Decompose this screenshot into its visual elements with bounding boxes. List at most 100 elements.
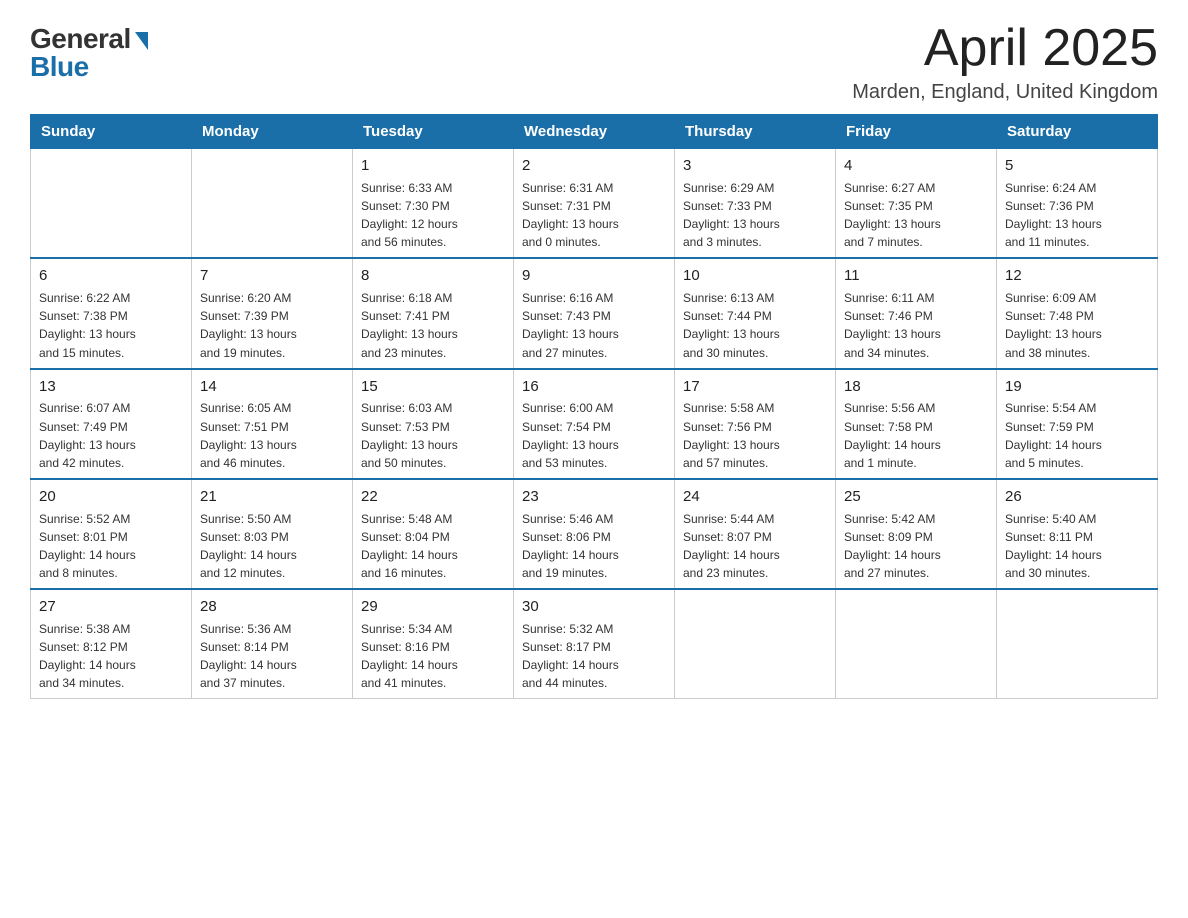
day-number: 24 [683, 486, 827, 508]
day-number: 3 [683, 155, 827, 177]
empty-cell [192, 149, 353, 259]
header-day-wednesday: Wednesday [514, 115, 675, 149]
calendar-day-14: 14 Sunrise: 6:05 AM Sunset: 7:51 PM Dayli… [192, 369, 353, 479]
day-info: Sunrise: 5:48 AM Sunset: 8:04 PM Dayligh… [361, 512, 458, 580]
calendar-day-26: 26 Sunrise: 5:40 AM Sunset: 8:11 PM Dayli… [997, 479, 1158, 589]
calendar-title: April 2025 [852, 20, 1158, 77]
day-number: 18 [844, 376, 988, 398]
day-info: Sunrise: 5:56 AM Sunset: 7:58 PM Dayligh… [844, 401, 941, 469]
day-number: 5 [1005, 155, 1149, 177]
day-info: Sunrise: 6:00 AM Sunset: 7:54 PM Dayligh… [522, 401, 619, 469]
calendar-subtitle: Marden, England, United Kingdom [852, 81, 1158, 104]
day-info: Sunrise: 6:31 AM Sunset: 7:31 PM Dayligh… [522, 181, 619, 249]
day-number: 28 [200, 596, 344, 618]
day-number: 29 [361, 596, 505, 618]
calendar-day-21: 21Sunrise: 5:50 AM Sunset: 8:03 PM Dayli… [192, 479, 353, 589]
calendar-day-17: 17Sunrise: 5:58 AM Sunset: 7:56 PM Dayli… [675, 369, 836, 479]
day-info: Sunrise: 6:07 AM Sunset: 7:49 PM Dayligh… [39, 401, 136, 469]
header-row: SundayMondayTuesdayWednesdayThursdayFrid… [31, 115, 1158, 149]
day-info: Sunrise: 6:22 AM Sunset: 7:38 PM Dayligh… [39, 291, 136, 359]
day-number: 7 [200, 265, 344, 287]
header-day-saturday: Saturday [997, 115, 1158, 149]
empty-cell [836, 589, 997, 699]
day-info: Sunrise: 5:38 AM Sunset: 8:12 PM Dayligh… [39, 622, 136, 690]
day-info: Sunrise: 5:52 AM Sunset: 8:01 PM Dayligh… [39, 512, 136, 580]
calendar-day-29: 29 Sunrise: 5:34 AM Sunset: 8:16 PM Dayli… [353, 589, 514, 699]
calendar-day-27: 27 Sunrise: 5:38 AM Sunset: 8:12 PM Dayli… [31, 589, 192, 699]
calendar-day-8: 8 Sunrise: 6:18 AM Sunset: 7:41 PM Daylig… [353, 258, 514, 368]
day-info: Sunrise: 6:27 AM Sunset: 7:35 PM Dayligh… [844, 181, 941, 249]
day-info: Sunrise: 6:29 AM Sunset: 7:33 PM Dayligh… [683, 181, 780, 249]
calendar-day-28: 28 Sunrise: 5:36 AM Sunset: 8:14 PM Dayli… [192, 589, 353, 699]
empty-cell [997, 589, 1158, 699]
day-number: 4 [844, 155, 988, 177]
day-number: 13 [39, 376, 183, 398]
day-info: Sunrise: 5:54 AM Sunset: 7:59 PM Dayligh… [1005, 401, 1102, 469]
calendar-day-23: 23 Sunrise: 5:46 AM Sunset: 8:06 PM Dayli… [514, 479, 675, 589]
day-number: 23 [522, 486, 666, 508]
day-info: Sunrise: 5:34 AM Sunset: 8:16 PM Dayligh… [361, 622, 458, 690]
calendar-day-6: 6 Sunrise: 6:22 AM Sunset: 7:38 PM Daylig… [31, 258, 192, 368]
day-number: 16 [522, 376, 666, 398]
calendar-day-15: 15 Sunrise: 6:03 AM Sunset: 7:53 PM Dayli… [353, 369, 514, 479]
logo-general-text: General [30, 25, 131, 53]
day-number: 17 [683, 376, 827, 398]
empty-cell [675, 589, 836, 699]
calendar-day-19: 19 Sunrise: 5:54 AM Sunset: 7:59 PM Dayli… [997, 369, 1158, 479]
day-info: Sunrise: 6:13 AM Sunset: 7:44 PM Dayligh… [683, 291, 780, 359]
header-day-thursday: Thursday [675, 115, 836, 149]
day-info: Sunrise: 5:50 AM Sunset: 8:03 PM Dayligh… [200, 512, 297, 580]
calendar-day-2: 2 Sunrise: 6:31 AM Sunset: 7:31 PM Daylig… [514, 149, 675, 259]
calendar-day-7: 7 Sunrise: 6:20 AM Sunset: 7:39 PM Daylig… [192, 258, 353, 368]
calendar-day-18: 18 Sunrise: 5:56 AM Sunset: 7:58 PM Dayli… [836, 369, 997, 479]
calendar-day-11: 11Sunrise: 6:11 AM Sunset: 7:46 PM Dayli… [836, 258, 997, 368]
day-number: 2 [522, 155, 666, 177]
day-info: Sunrise: 5:36 AM Sunset: 8:14 PM Dayligh… [200, 622, 297, 690]
title-block: April 2025 Marden, England, United Kingd… [852, 20, 1158, 104]
calendar-day-5: 5 Sunrise: 6:24 AM Sunset: 7:36 PM Daylig… [997, 149, 1158, 259]
day-number: 6 [39, 265, 183, 287]
day-number: 22 [361, 486, 505, 508]
calendar-day-20: 20 Sunrise: 5:52 AM Sunset: 8:01 PM Dayli… [31, 479, 192, 589]
calendar-week-3: 13 Sunrise: 6:07 AM Sunset: 7:49 PM Dayli… [31, 369, 1158, 479]
day-number: 12 [1005, 265, 1149, 287]
day-info: Sunrise: 6:09 AM Sunset: 7:48 PM Dayligh… [1005, 291, 1102, 359]
day-number: 9 [522, 265, 666, 287]
day-info: Sunrise: 5:40 AM Sunset: 8:11 PM Dayligh… [1005, 512, 1102, 580]
day-info: Sunrise: 6:24 AM Sunset: 7:36 PM Dayligh… [1005, 181, 1102, 249]
calendar-day-9: 9 Sunrise: 6:16 AM Sunset: 7:43 PM Daylig… [514, 258, 675, 368]
calendar-week-1: 1Sunrise: 6:33 AM Sunset: 7:30 PM Daylig… [31, 149, 1158, 259]
day-number: 11 [844, 265, 988, 287]
calendar-week-5: 27 Sunrise: 5:38 AM Sunset: 8:12 PM Dayli… [31, 589, 1158, 699]
calendar-day-25: 25Sunrise: 5:42 AM Sunset: 8:09 PM Dayli… [836, 479, 997, 589]
day-info: Sunrise: 6:03 AM Sunset: 7:53 PM Dayligh… [361, 401, 458, 469]
day-number: 27 [39, 596, 183, 618]
day-number: 30 [522, 596, 666, 618]
logo-triangle-icon [135, 32, 148, 50]
day-info: Sunrise: 5:32 AM Sunset: 8:17 PM Dayligh… [522, 622, 619, 690]
day-info: Sunrise: 6:16 AM Sunset: 7:43 PM Dayligh… [522, 291, 619, 359]
day-info: Sunrise: 6:05 AM Sunset: 7:51 PM Dayligh… [200, 401, 297, 469]
day-number: 8 [361, 265, 505, 287]
day-info: Sunrise: 5:46 AM Sunset: 8:06 PM Dayligh… [522, 512, 619, 580]
day-number: 26 [1005, 486, 1149, 508]
day-number: 10 [683, 265, 827, 287]
calendar-day-12: 12 Sunrise: 6:09 AM Sunset: 7:48 PM Dayli… [997, 258, 1158, 368]
logo-blue-text: Blue [30, 53, 89, 81]
day-info: Sunrise: 5:44 AM Sunset: 8:07 PM Dayligh… [683, 512, 780, 580]
calendar-day-1: 1Sunrise: 6:33 AM Sunset: 7:30 PM Daylig… [353, 149, 514, 259]
day-info: Sunrise: 5:42 AM Sunset: 8:09 PM Dayligh… [844, 512, 941, 580]
day-number: 14 [200, 376, 344, 398]
logo: General Blue [30, 25, 148, 81]
day-number: 15 [361, 376, 505, 398]
calendar-day-22: 22 Sunrise: 5:48 AM Sunset: 8:04 PM Dayli… [353, 479, 514, 589]
day-number: 1 [361, 155, 505, 177]
calendar-day-10: 10 Sunrise: 6:13 AM Sunset: 7:44 PM Dayli… [675, 258, 836, 368]
day-info: Sunrise: 6:20 AM Sunset: 7:39 PM Dayligh… [200, 291, 297, 359]
day-number: 20 [39, 486, 183, 508]
header-day-friday: Friday [836, 115, 997, 149]
calendar-body: 1Sunrise: 6:33 AM Sunset: 7:30 PM Daylig… [31, 149, 1158, 699]
day-info: Sunrise: 6:18 AM Sunset: 7:41 PM Dayligh… [361, 291, 458, 359]
day-number: 19 [1005, 376, 1149, 398]
header-day-monday: Monday [192, 115, 353, 149]
